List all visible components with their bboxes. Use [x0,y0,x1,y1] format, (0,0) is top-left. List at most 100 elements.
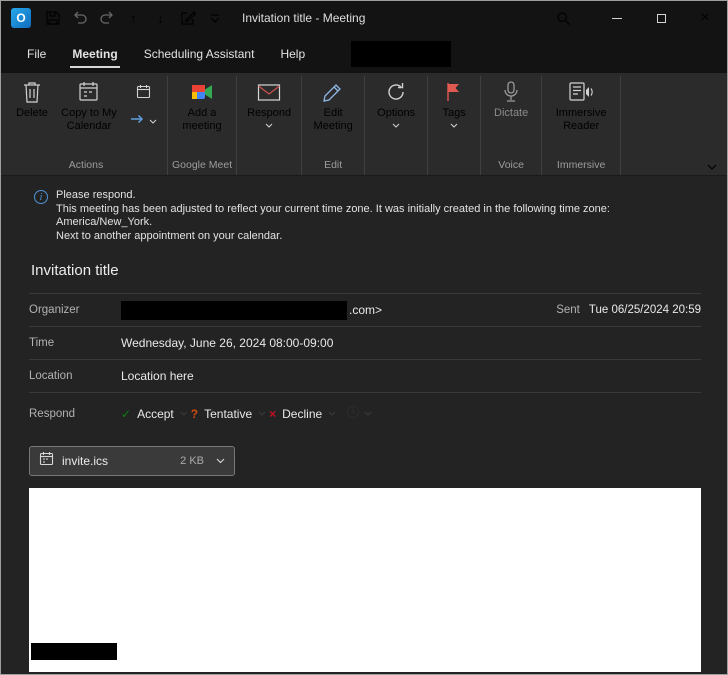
message-body[interactable] [29,488,701,672]
redacted-organizer-email [121,300,347,320]
search-icon[interactable] [545,1,581,35]
customize-toolbar-chevron-icon[interactable] [201,5,228,32]
accept-button[interactable]: ✓ Accept [121,401,188,427]
undo-icon[interactable] [66,5,93,32]
next-item-icon[interactable]: ↓ [147,5,174,32]
envelope-icon [257,77,281,107]
mini-calendar-icon [136,84,151,104]
respond-button[interactable]: Respond [241,77,297,157]
ics-calendar-icon [39,451,54,471]
down-arrow-icon: ↓ [157,10,164,26]
group-label-actions: Actions [68,159,104,171]
ribbon: Delete Copy to My Calendar Actions Add a… [1,73,727,175]
save-icon[interactable] [39,5,66,32]
meeting-content: i Please respond. This meeting has been … [1,175,727,674]
compose-icon[interactable] [174,5,201,32]
redacted-body-text [31,643,117,660]
minimize-button[interactable] [595,1,639,35]
tab-help[interactable]: Help [280,35,305,73]
ribbon-group-respond: Respond [237,76,303,175]
collapse-ribbon-chevron-icon[interactable] [707,164,717,170]
tab-scheduling-assistant[interactable]: Scheduling Assistant [144,35,255,73]
sent-info: Sent Tue 06/25/2024 20:59 [556,304,701,316]
flag-tag-icon [444,77,464,107]
outlook-meeting-window: O ↑ ↓ Invitation title - Meeting × File … [0,0,728,675]
meeting-fields: Organizer .com> Sent Tue 06/25/2024 20:5… [29,293,701,434]
info-line-2: This meeting has been adjusted to reflec… [56,202,610,215]
maximize-icon [656,13,666,23]
copy-to-my-calendar-button[interactable]: Copy to My Calendar [55,77,123,157]
location-label: Location [29,370,73,382]
chevron-down-icon [149,111,157,129]
meeting-notes-button[interactable] [136,85,151,103]
respond-label: Respond [29,407,76,420]
chevron-down-icon [180,411,188,416]
question-mark-icon: ? [190,406,199,421]
chevron-down-icon[interactable] [216,458,225,464]
check-icon: ✓ [121,406,132,421]
trash-icon [22,77,42,107]
redo-icon[interactable] [93,5,120,32]
group-label-options [369,157,423,175]
actions-small-buttons [123,77,163,157]
close-button[interactable]: × [683,1,727,35]
ribbon-group-google-meet: Add a meeting Google Meet [168,76,238,175]
group-label-edit: Edit [324,159,343,171]
immersive-reader-button[interactable]: Immersive Reader [546,77,616,157]
attachment-tile[interactable]: invite.ics 2 KB [29,446,235,476]
up-arrow-icon: ↑ [130,10,137,26]
dictate-button[interactable]: Dictate [485,77,537,157]
forward-arrow-icon [130,111,145,129]
previous-item-icon[interactable]: ↑ [120,5,147,32]
options-button[interactable]: Options [369,77,423,157]
tab-meeting[interactable]: Meeting [70,35,121,73]
group-label-google-meet: Google Meet [172,159,233,171]
tags-button[interactable]: Tags [432,77,476,157]
info-text: Please respond. This meeting has been ad… [56,189,610,243]
time-label: Time [29,337,55,349]
maximize-button[interactable] [639,1,683,35]
chevron-down-icon [258,411,266,416]
window-controls: × [545,1,727,35]
attachment-name: invite.ics [62,454,109,468]
forward-button[interactable] [130,111,157,129]
ribbon-group-tags: Tags [428,76,482,175]
edit-meeting-button[interactable]: Edit Meeting [306,77,360,157]
x-icon: × [269,406,277,421]
tab-file[interactable]: File [27,35,46,73]
group-label-voice: Voice [498,159,524,171]
ribbon-group-voice: Dictate Voice [481,76,543,175]
time-row: Time Wednesday, June 26, 2024 08:00-09:0… [29,326,701,359]
tentative-button[interactable]: ? Tentative [191,401,266,427]
clock-icon [346,405,360,422]
organizer-label: Organizer [29,304,80,316]
chevron-down-icon [265,123,273,128]
window-title: Invitation title - Meeting [242,11,366,25]
info-bar: i Please respond. This meeting has been … [1,176,727,252]
group-label-tags [432,157,476,175]
attachment-size: 2 KB [180,455,204,467]
group-label-immersive: Immersive [556,159,606,171]
time-value: Wednesday, June 26, 2024 08:00-09:00 [121,336,334,350]
add-a-meeting-button[interactable]: Add a meeting [172,77,232,157]
location-value: Location here [121,369,194,383]
ribbon-group-actions: Delete Copy to My Calendar Actions [5,76,168,175]
chevron-down-icon [364,411,372,416]
chevron-down-icon [392,123,400,128]
organizer-email-suffix: .com> [349,303,383,317]
ribbon-group-immersive: Immersive Reader Immersive [542,76,622,175]
group-label-respond [241,157,297,175]
redacted-tab-area [351,41,452,67]
delete-button[interactable]: Delete [9,77,55,157]
close-icon: × [700,9,710,26]
info-line-4: Next to another appointment on your cale… [56,229,283,242]
sync-arrows-icon [385,77,407,107]
info-line-1: Please respond. [56,189,136,201]
info-line-3: America/New_York. [56,216,153,228]
info-icon: i [34,190,48,204]
ribbon-group-edit: Edit Meeting Edit [302,76,366,175]
decline-button[interactable]: × Decline [269,401,336,427]
propose-new-time-button[interactable] [339,401,379,427]
ribbon-group-options: Options [365,76,429,175]
sent-label: Sent [556,304,580,316]
